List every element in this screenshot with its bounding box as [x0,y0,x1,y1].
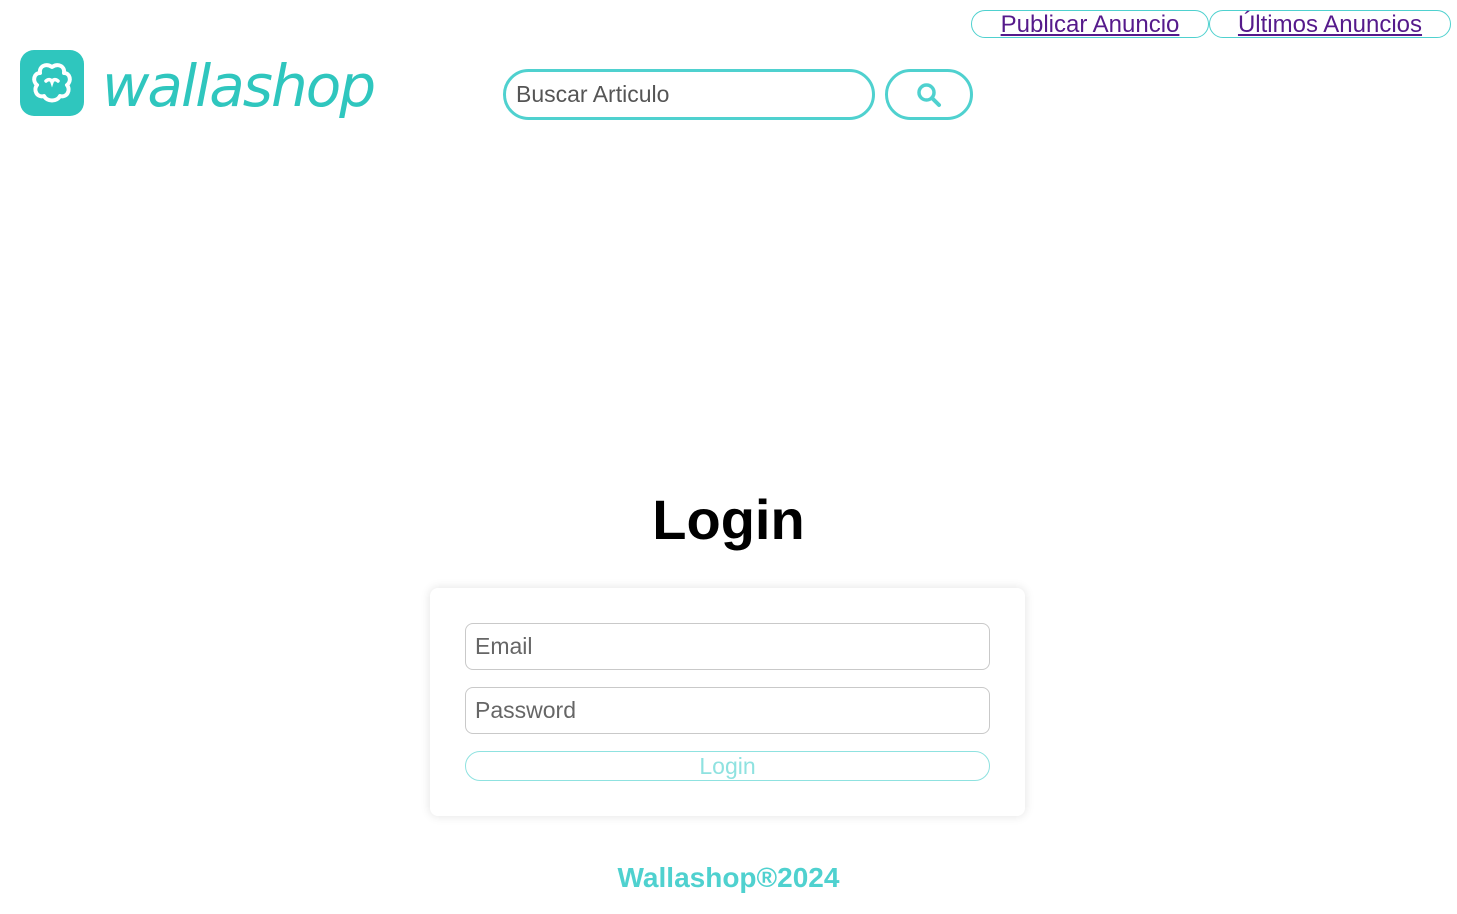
logo[interactable]: wallashop [20,50,376,126]
logo-wordmark: wallashop [102,52,376,120]
wallapop-cloud-icon [20,50,84,116]
login-form: Login [430,588,1025,816]
login-button[interactable]: Login [465,751,990,781]
page-title: Login [652,488,805,551]
search-input[interactable] [503,69,875,120]
search-button[interactable] [885,69,973,120]
top-nav: Publicar Anuncio Últimos Anuncios [971,10,1451,38]
search-icon [917,82,941,107]
publicar-anuncio-link[interactable]: Publicar Anuncio [971,10,1209,38]
ultimos-anuncios-link[interactable]: Últimos Anuncios [1209,10,1451,38]
footer-copyright: Wallashop®2024 [617,862,840,893]
email-field[interactable] [465,623,990,670]
page: Publicar Anuncio Últimos Anuncios wallas… [0,0,1457,914]
password-field[interactable] [465,687,990,734]
